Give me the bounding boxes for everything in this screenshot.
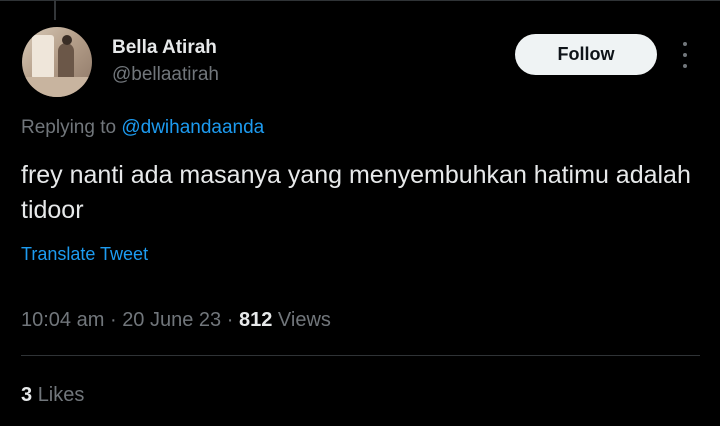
dot [683, 42, 687, 46]
tweet-meta: 10:04 am · 20 June 23 · 812 Views [21, 309, 331, 332]
replying-to-line: Replying to @dwihandaanda [21, 117, 264, 139]
tweet-text: frey nanti ada masanya yang menyembuhkan… [21, 161, 691, 224]
dot [683, 53, 687, 57]
thread-connector-line [54, 0, 56, 20]
dot [683, 64, 687, 68]
display-name[interactable]: Bella Atirah [112, 37, 217, 59]
avatar[interactable] [22, 27, 92, 97]
likes-stat[interactable]: 3 Likes [21, 384, 84, 407]
user-handle[interactable]: @bellaatirah [112, 64, 219, 86]
likes-count: 3 [21, 384, 33, 406]
avatar-photo-detail [22, 77, 92, 97]
divider [21, 355, 700, 356]
meta-separator: · [226, 309, 234, 331]
top-border [0, 0, 720, 1]
tweet-time[interactable]: 10:04 am [21, 309, 104, 331]
replying-to-label: Replying to [21, 117, 117, 138]
more-vertical-icon[interactable] [676, 42, 694, 68]
views-count: 812 [238, 309, 273, 331]
reply-mention-link[interactable]: @dwihandaanda [121, 117, 264, 138]
views-label: Views [277, 309, 331, 331]
translate-tweet-link[interactable]: Translate Tweet [21, 244, 148, 265]
avatar-photo-detail [32, 35, 54, 79]
follow-button[interactable]: Follow [515, 34, 657, 75]
meta-separator: · [109, 309, 117, 331]
tweet-date[interactable]: 20 June 23 [122, 309, 221, 331]
avatar-photo-detail [62, 35, 72, 45]
likes-label: Likes [37, 384, 85, 406]
